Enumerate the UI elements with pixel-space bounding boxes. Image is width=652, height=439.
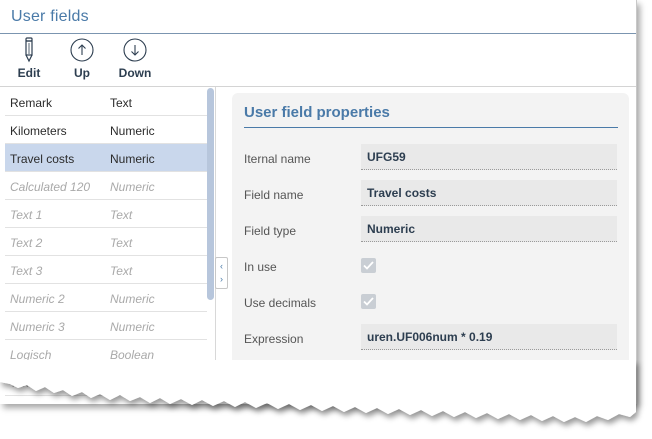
field-type-cell: Numeric: [110, 152, 155, 166]
field-type-cell: Numeric: [110, 124, 155, 138]
field-type-cell: Numeric: [110, 320, 155, 334]
in-use-label: In use: [244, 260, 277, 274]
field-type-value: Numeric: [367, 222, 416, 236]
list-item[interactable]: Kilometers Numeric: [5, 116, 207, 144]
field-name-cell: Text 3: [10, 264, 43, 278]
list-item[interactable]: Calculated 120 Numeric: [5, 172, 207, 200]
field-name-cell: Numeric 2: [10, 292, 65, 306]
page-title: User fields: [11, 8, 89, 25]
arrow-up-circle-icon: [70, 37, 94, 63]
user-fields-list: Remark Text Kilometers Numeric Travel co…: [5, 87, 216, 404]
field-type-cell: Text: [110, 264, 133, 278]
field-type-cell: Numeric: [110, 292, 155, 306]
field-name-cell: Remark: [10, 96, 53, 110]
field-type-cell: Text: [110, 208, 133, 222]
field-name-cell: Travel costs: [10, 152, 75, 166]
field-type-field[interactable]: Numeric: [361, 216, 617, 242]
checkmark-icon: [363, 297, 374, 306]
internal-name-label: Iternal name: [244, 152, 311, 166]
expression-label: Expression: [244, 332, 304, 346]
chevron-left-icon: ‹: [220, 261, 223, 271]
list-item-selected[interactable]: Travel costs Numeric: [5, 144, 207, 172]
field-name-cell: Kilometers: [10, 124, 67, 138]
field-name-cell: Calculated 120: [10, 180, 91, 194]
field-name-field[interactable]: Travel costs: [361, 180, 617, 206]
field-type-cell: Numeric: [110, 180, 155, 194]
properties-divider: [244, 127, 618, 128]
up-label: Up: [74, 66, 90, 80]
chevron-right-icon: ›: [220, 274, 223, 284]
field-name-cell: Numeric 3: [10, 320, 65, 334]
list-item[interactable]: Text 1 Text: [5, 200, 207, 228]
list-item[interactable]: Text 2 Text: [5, 228, 207, 256]
edit-button[interactable]: Edit: [7, 37, 51, 83]
list-item[interactable]: Text 3 Text: [5, 256, 207, 284]
user-field-properties-card: User field properties Iternal name UFG59…: [232, 93, 629, 369]
in-use-checkbox[interactable]: [361, 258, 376, 273]
internal-name-field[interactable]: UFG59: [361, 144, 617, 170]
field-name-cell: Text 2: [10, 236, 43, 250]
properties-title: User field properties: [244, 104, 390, 121]
down-label: Down: [118, 66, 152, 80]
list-item[interactable]: Numeric 3 Numeric: [5, 312, 207, 340]
torn-paper-edge: [0, 360, 636, 422]
field-type-cell: Text: [110, 236, 133, 250]
list-scrollbar-thumb[interactable]: [207, 88, 214, 300]
field-name-label: Field name: [244, 188, 304, 202]
list-item[interactable]: Remark Text: [5, 88, 207, 116]
field-name-value: Travel costs: [367, 186, 437, 200]
user-fields-panel: User fields Edit Up Down Remark Text Kil…: [0, 0, 637, 404]
pencil-icon: [17, 37, 41, 63]
list-item[interactable]: Numeric 2 Numeric: [5, 284, 207, 312]
internal-name-value: UFG59: [367, 150, 406, 164]
down-button[interactable]: Down: [113, 37, 157, 83]
field-type-label: Field type: [244, 224, 297, 238]
panel-splitter-toggle[interactable]: ‹ ›: [215, 257, 228, 289]
title-bar: User fields: [0, 0, 636, 34]
up-button[interactable]: Up: [60, 37, 104, 83]
checkmark-icon: [363, 261, 374, 270]
toolbar: Edit Up Down: [0, 34, 636, 87]
expression-value: uren.UF006num * 0.19: [367, 330, 493, 344]
use-decimals-checkbox[interactable]: [361, 294, 376, 309]
edit-label: Edit: [17, 66, 41, 80]
use-decimals-label: Use decimals: [244, 296, 317, 310]
arrow-down-circle-icon: [123, 37, 147, 63]
expression-field[interactable]: uren.UF006num * 0.19: [361, 324, 617, 350]
field-type-cell: Text: [110, 96, 133, 110]
field-name-cell: Text 1: [10, 208, 43, 222]
